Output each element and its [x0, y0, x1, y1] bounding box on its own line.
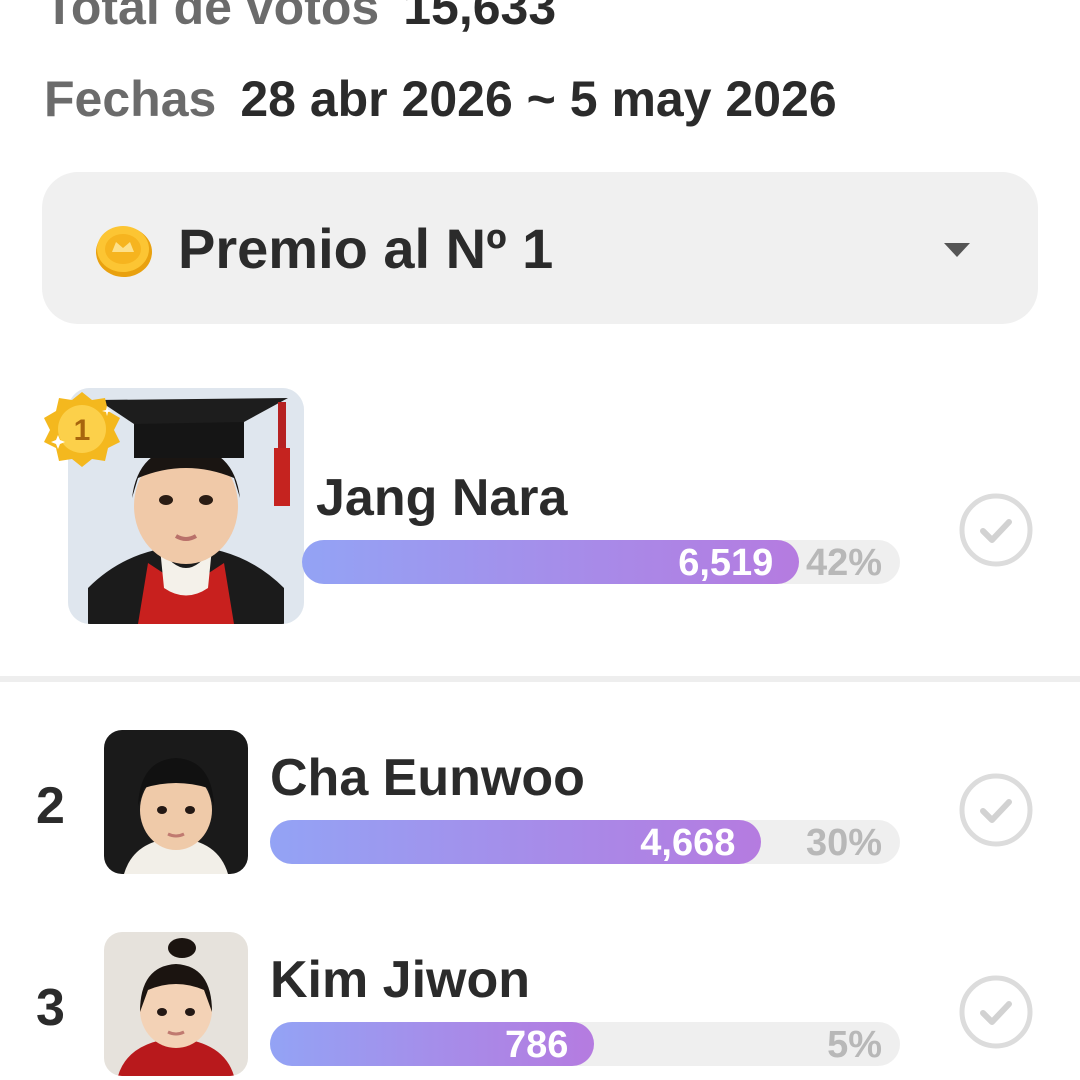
dates-label: Fechas: [44, 71, 217, 127]
candidate-name-rank-2: Cha Eunwoo: [270, 749, 585, 807]
total-votes-row: Total de votos 15,633: [44, 0, 556, 36]
vote-bar-rank-3: 786 5%: [270, 1022, 900, 1066]
gold-medal-icon: 1: [44, 392, 120, 467]
vote-count-rank-3: 786: [505, 1024, 569, 1066]
total-votes-value: 15,633: [403, 0, 557, 35]
vote-results-page: Total de votos 15,633 Fechas 28 abr 2026…: [0, 0, 1080, 1080]
candidate-name-rank-3: Kim Jiwon: [270, 951, 531, 1009]
dates-value: 28 abr 2026 ~ 5 may 2026: [240, 71, 837, 127]
vote-percent-rank-3: 5%: [827, 1024, 882, 1066]
svg-text:1: 1: [74, 414, 91, 447]
section-divider: [0, 676, 1080, 682]
vote-check-button-rank-1[interactable]: [958, 492, 1034, 568]
vote-bar-rank-1: 6,519 42%: [302, 540, 900, 584]
candidate-name-rank-1: Jang Nara: [316, 469, 568, 527]
vote-count-rank-1: 6,519: [678, 542, 774, 584]
chevron-down-icon: [944, 243, 970, 257]
vote-count-rank-2: 4,668: [640, 822, 736, 864]
vote-percent-rank-1: 42%: [805, 542, 882, 584]
coin-icon: [96, 226, 152, 277]
vote-check-button-rank-3[interactable]: [958, 974, 1034, 1050]
vote-percent-rank-2: 30%: [805, 822, 882, 864]
dates-row: Fechas 28 abr 2026 ~ 5 may 2026: [44, 70, 837, 128]
avatar-rank-2: [104, 730, 248, 874]
vote-check-button-rank-2[interactable]: [958, 772, 1034, 848]
avatar-rank-3: [104, 932, 248, 1076]
vote-bar-rank-2: 4,668 30%: [270, 820, 900, 864]
total-votes-label: Total de votos: [44, 0, 380, 35]
rank-number-3: 3: [36, 979, 65, 1037]
rank-number-2: 2: [36, 777, 65, 835]
award-dropdown-label: Premio al Nº 1: [178, 217, 554, 280]
